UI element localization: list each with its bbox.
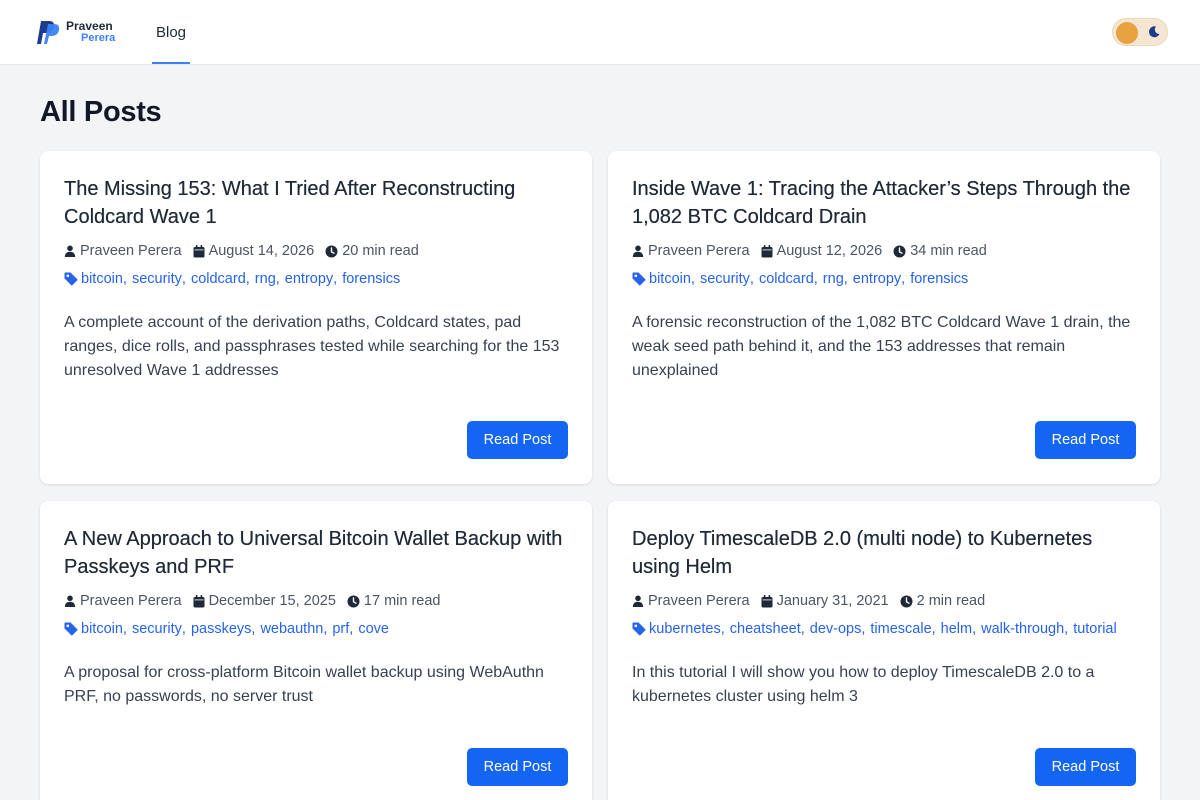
user-icon	[64, 245, 76, 257]
tag-icon	[64, 622, 78, 636]
post-card: Inside Wave 1: Tracing the Attacker’s St…	[608, 151, 1160, 484]
post-excerpt: In this tutorial I will show you how to …	[632, 664, 1095, 705]
post-title[interactable]: Deploy TimescaleDB 2.0 (multi node) to K…	[632, 525, 1136, 581]
post-card: The Missing 153: What I Tried After Reco…	[40, 151, 592, 484]
post-meta: Praveen Perera August 12, 2026 34 min re…	[632, 243, 998, 259]
read-time-text: 20 min read	[342, 243, 419, 259]
tag-link[interactable]: tutorial	[1073, 621, 1117, 637]
post-tags: bitcoin, security, coldcard, rng, entropy, fo…	[632, 271, 968, 287]
theme-toggle[interactable]	[1112, 18, 1168, 46]
read-post-button[interactable]: Read Post	[467, 748, 568, 786]
tag-link[interactable]: webauthn	[260, 621, 323, 637]
tag-link[interactable]: timescale	[870, 621, 931, 637]
post-read-time: 2 min read	[900, 593, 986, 609]
post-title[interactable]: The Missing 153: What I Tried After Reco…	[64, 175, 568, 231]
site-logo[interactable]: Praveen Perera	[34, 18, 115, 46]
top-navigation-bar: Praveen Perera Blog	[0, 0, 1200, 65]
tag-link[interactable]: entropy	[285, 271, 333, 287]
post-author: Praveen Perera	[64, 243, 182, 259]
post-meta: Praveen Perera August 14, 2026 20 min re…	[64, 243, 430, 259]
post-tags: kubernetes, cheatsheet, dev-ops, timescale,…	[632, 621, 1117, 637]
post-tags: bitcoin, security, passkeys, webauthn, prf, c…	[64, 621, 389, 637]
tag-link[interactable]: helm	[941, 621, 972, 637]
tag-link[interactable]: forensics	[910, 271, 968, 287]
tag-link[interactable]: security	[132, 621, 182, 637]
tag-link[interactable]: coldcard	[759, 271, 814, 287]
tag-link[interactable]: entropy	[853, 271, 901, 287]
post-excerpt: A forensic reconstruction of the 1,082 B…	[632, 314, 1131, 379]
clock-icon	[893, 245, 906, 257]
tag-link[interactable]: security	[700, 271, 750, 287]
clock-icon	[900, 595, 913, 607]
author-name: Praveen Perera	[80, 593, 182, 609]
tag-icon	[64, 272, 78, 286]
post-meta: Praveen Perera December 15, 2025 17 min …	[64, 593, 452, 609]
tag-link[interactable]: rng	[255, 271, 276, 287]
read-time-text: 2 min read	[916, 593, 986, 609]
post-card: Deploy TimescaleDB 2.0 (multi node) to K…	[608, 501, 1160, 800]
tag-link[interactable]: forensics	[342, 271, 400, 287]
author-name: Praveen Perera	[648, 243, 750, 259]
read-post-button[interactable]: Read Post	[1035, 748, 1136, 786]
post-excerpt: A complete account of the derivation pat…	[64, 314, 560, 379]
tag-link[interactable]: security	[132, 271, 182, 287]
post-meta: Praveen Perera January 31, 2021 2 min re…	[632, 593, 996, 609]
logo-last-name: Perera	[81, 32, 116, 44]
post-author: Praveen Perera	[64, 593, 182, 609]
tag-link[interactable]: passkeys	[191, 621, 251, 637]
clock-icon	[325, 245, 338, 257]
read-time-text: 17 min read	[363, 593, 441, 609]
nav-blog-link[interactable]: Blog	[152, 0, 190, 64]
tag-icon	[632, 272, 646, 286]
author-name: Praveen Perera	[648, 593, 750, 609]
calendar-icon	[761, 244, 773, 257]
tag-link[interactable]: rng	[823, 271, 844, 287]
post-author: Praveen Perera	[632, 593, 750, 609]
tag-link[interactable]: bitcoin	[81, 621, 123, 637]
moon-icon	[1148, 26, 1160, 38]
post-author: Praveen Perera	[632, 243, 750, 259]
post-date: August 14, 2026	[193, 243, 315, 259]
tag-link[interactable]: walk-through	[981, 621, 1064, 637]
tag-link[interactable]: dev-ops	[810, 621, 862, 637]
date-text: August 12, 2026	[776, 243, 883, 259]
clock-icon	[347, 595, 360, 607]
tag-link[interactable]: kubernetes	[649, 621, 721, 637]
user-icon	[632, 245, 644, 257]
post-card: A New Approach to Universal Bitcoin Wall…	[40, 501, 592, 800]
tag-link[interactable]: cove	[358, 621, 389, 637]
post-excerpt: A proposal for cross-platform Bitcoin wa…	[64, 664, 544, 705]
read-time-text: 34 min read	[910, 243, 987, 259]
tag-link[interactable]: coldcard	[191, 271, 246, 287]
user-icon	[632, 595, 644, 607]
post-read-time: 20 min read	[325, 243, 419, 259]
tag-link[interactable]: bitcoin	[81, 271, 123, 287]
calendar-icon	[761, 594, 773, 607]
post-date: December 15, 2025	[193, 593, 336, 609]
date-text: January 31, 2021	[776, 593, 889, 609]
post-read-time: 34 min read	[893, 243, 987, 259]
tag-icon	[632, 622, 646, 636]
tag-link[interactable]: cheatsheet	[730, 621, 801, 637]
read-post-button[interactable]: Read Post	[1035, 421, 1136, 459]
author-name: Praveen Perera	[80, 243, 182, 259]
post-date: January 31, 2021	[761, 593, 889, 609]
logo-icon	[37, 21, 60, 44]
date-text: December 15, 2025	[208, 593, 336, 609]
logo-first-name: Praveen	[66, 19, 113, 33]
calendar-icon	[193, 594, 205, 607]
date-text: August 14, 2026	[208, 243, 315, 259]
post-title[interactable]: Inside Wave 1: Tracing the Attacker’s St…	[632, 175, 1136, 231]
post-tags: bitcoin, security, coldcard, rng, entropy, fo…	[64, 271, 400, 287]
calendar-icon	[193, 244, 205, 257]
tag-link[interactable]: bitcoin	[649, 271, 691, 287]
post-date: August 12, 2026	[761, 243, 883, 259]
read-post-button[interactable]: Read Post	[467, 421, 568, 459]
tag-link[interactable]: prf	[332, 621, 349, 637]
page-title: All Posts	[40, 96, 162, 128]
sun-icon	[1116, 22, 1138, 44]
post-title[interactable]: A New Approach to Universal Bitcoin Wall…	[64, 525, 568, 581]
post-read-time: 17 min read	[347, 593, 441, 609]
user-icon	[64, 595, 76, 607]
